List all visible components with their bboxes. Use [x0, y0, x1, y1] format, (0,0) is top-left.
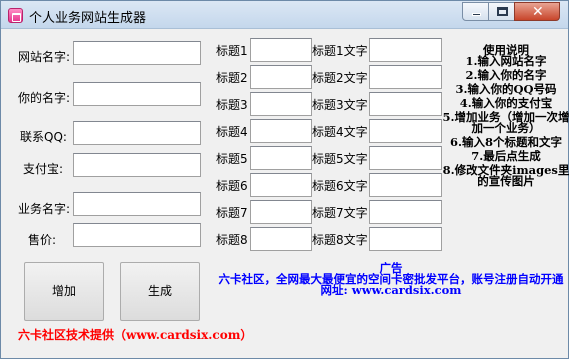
- instruction-line: 1.输入网站名字: [465, 54, 547, 68]
- title-text-label: 标题5文字: [312, 152, 368, 166]
- title-label: 标题8: [216, 233, 248, 247]
- your-name-label: 你的名字:: [18, 91, 71, 105]
- title-field[interactable]: [251, 201, 311, 223]
- instruction-line: 3.输入你的QQ号码: [455, 82, 557, 96]
- qq-input[interactable]: [73, 121, 201, 145]
- title-label: 标题4: [216, 125, 248, 139]
- title-text-input[interactable]: [369, 38, 442, 62]
- title-text-field[interactable]: [370, 120, 441, 142]
- title-input[interactable]: [250, 200, 312, 224]
- title-text-field[interactable]: [370, 228, 441, 250]
- title-label: 标题1: [216, 44, 248, 58]
- title-field[interactable]: [251, 120, 311, 142]
- title-text-input[interactable]: [369, 119, 442, 143]
- title-text-label: 标题8文字: [312, 233, 368, 247]
- title-text-field[interactable]: [370, 174, 441, 196]
- title-label: 标题3: [216, 98, 248, 112]
- maximize-button[interactable]: [488, 2, 515, 21]
- add-button[interactable]: 增加: [24, 262, 104, 321]
- title-text-label: 标题4文字: [312, 125, 368, 139]
- title-input[interactable]: [250, 227, 312, 251]
- title-field[interactable]: [251, 174, 311, 196]
- title-field[interactable]: [251, 66, 311, 88]
- title-input[interactable]: [250, 65, 312, 89]
- title-field[interactable]: [251, 228, 311, 250]
- title-text-field[interactable]: [370, 66, 441, 88]
- price-input[interactable]: [73, 223, 201, 247]
- title-bar[interactable]: 个人业务网站生成器 ✕: [1, 1, 568, 29]
- alipay-input[interactable]: [73, 153, 201, 177]
- close-icon: ✕: [532, 4, 544, 20]
- title-text-label: 标题3文字: [312, 98, 368, 112]
- title-text-field[interactable]: [370, 93, 441, 115]
- title-text-input[interactable]: [369, 227, 442, 251]
- title-text-field[interactable]: [370, 147, 441, 169]
- business-name-input[interactable]: [73, 192, 201, 216]
- alipay-field[interactable]: [74, 154, 200, 176]
- title-input[interactable]: [250, 146, 312, 170]
- instruction-line: 6.输入8个标题和文字: [449, 135, 562, 149]
- maximize-icon: [497, 7, 508, 16]
- ad-site: 网址: www.cardsix.com: [320, 283, 462, 297]
- instruction-line: 2.输入你的名字: [465, 68, 547, 82]
- title-text-input[interactable]: [369, 200, 442, 224]
- your-name-field[interactable]: [74, 83, 200, 105]
- title-input[interactable]: [250, 173, 312, 197]
- app-icon: [8, 8, 23, 23]
- qq-label: 联系QQ:: [20, 130, 67, 144]
- price-field[interactable]: [74, 224, 200, 246]
- title-text-label: 标题6文字: [312, 179, 368, 193]
- title-text-input[interactable]: [369, 65, 442, 89]
- close-button[interactable]: ✕: [514, 2, 560, 21]
- minimize-icon: [472, 13, 481, 16]
- window-title: 个人业务网站生成器: [29, 11, 147, 26]
- title-text-label: 标题1文字: [312, 44, 368, 58]
- footer-credit: 六卡社区技术提供（www.cardsix.com）: [18, 328, 253, 342]
- minimize-button[interactable]: [462, 2, 489, 21]
- instruction-line: 4.输入你的支付宝: [459, 96, 553, 110]
- qq-field[interactable]: [74, 122, 200, 144]
- site-name-field[interactable]: [74, 42, 200, 64]
- app-window: 个人业务网站生成器 ✕ 网站名字: 你的名字: 联系QQ: 支付宝: 业务名字:…: [0, 0, 569, 359]
- instructions-panel: 使用说明 1.输入网站名字 2.输入你的名字 3.输入你的QQ号码 4.输入你的…: [441, 44, 569, 190]
- title-label: 标题5: [216, 152, 248, 166]
- price-label: 售价:: [28, 233, 57, 247]
- title-label: 标题7: [216, 206, 248, 220]
- title-text-label: 标题7文字: [312, 206, 368, 220]
- title-field[interactable]: [251, 93, 311, 115]
- business-name-field[interactable]: [74, 193, 200, 215]
- alipay-label: 支付宝:: [23, 162, 64, 176]
- title-field[interactable]: [251, 147, 311, 169]
- instruction-line: 7.最后点生成: [471, 149, 541, 163]
- title-text-field[interactable]: [370, 39, 441, 61]
- title-text-input[interactable]: [369, 146, 442, 170]
- title-input[interactable]: [250, 38, 312, 62]
- title-field[interactable]: [251, 39, 311, 61]
- site-name-label: 网站名字:: [18, 50, 71, 64]
- title-text-input[interactable]: [369, 92, 442, 116]
- title-input[interactable]: [250, 119, 312, 143]
- title-text-label: 标题2文字: [312, 71, 368, 85]
- title-text-field[interactable]: [370, 201, 441, 223]
- ad-block: 广告 六卡社区，全网最大最便宜的空间卡密批发平台，账号注册自动开通 网址: ww…: [211, 262, 569, 297]
- title-label: 标题2: [216, 71, 248, 85]
- your-name-input[interactable]: [73, 82, 201, 106]
- title-input[interactable]: [250, 92, 312, 116]
- generate-button[interactable]: 生成: [120, 262, 200, 321]
- instruction-line: 8.修改文件夹images里的宣传图片: [442, 163, 569, 188]
- instruction-line: 5.增加业务（增加一次增加一个业务）: [442, 110, 569, 135]
- business-name-label: 业务名字:: [18, 202, 71, 216]
- site-name-input[interactable]: [73, 41, 201, 65]
- title-label: 标题6: [216, 179, 248, 193]
- title-text-input[interactable]: [369, 173, 442, 197]
